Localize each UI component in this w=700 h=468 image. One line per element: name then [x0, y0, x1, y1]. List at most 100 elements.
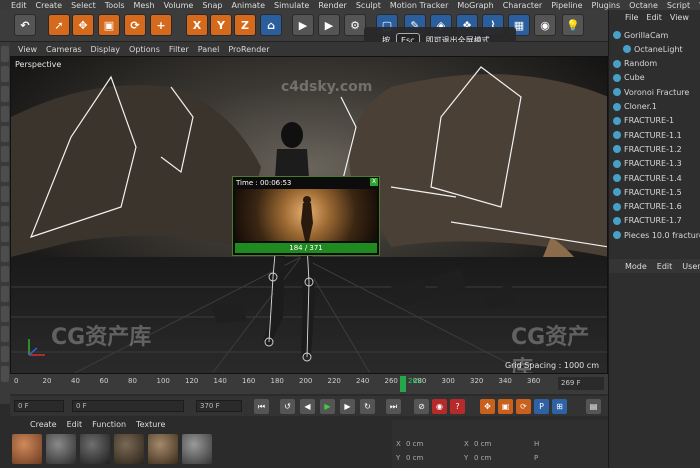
- record-key-button[interactable]: ⊘: [414, 399, 429, 414]
- palette-tool-7[interactable]: [1, 166, 9, 182]
- viewport-menu-panel[interactable]: Panel: [198, 45, 220, 54]
- timeline-ruler[interactable]: 0 20 40 60 80 100 120 140 160 180 200 220 240 260 280 3…: [10, 374, 608, 394]
- viewport-menu-options[interactable]: Options: [129, 45, 160, 54]
- coord-x2-field[interactable]: 0 cm: [474, 440, 491, 448]
- menu-motion-tracker[interactable]: Motion Tracker: [390, 1, 449, 10]
- camera-button[interactable]: ◉: [534, 14, 556, 36]
- key-param-button[interactable]: P: [534, 399, 549, 414]
- light-icon[interactable]: 💡: [562, 14, 584, 36]
- viewport-menu-prorender[interactable]: ProRender: [228, 45, 269, 54]
- prev-key-button[interactable]: ↺: [280, 399, 295, 414]
- play-button[interactable]: ▶: [320, 399, 335, 414]
- y-axis-button[interactable]: Y: [210, 14, 232, 36]
- object-list-item[interactable]: Random: [613, 57, 657, 71]
- object-menu-file[interactable]: File: [625, 13, 638, 27]
- material-4[interactable]: [114, 434, 144, 464]
- select-tool-button[interactable]: ➚: [48, 14, 70, 36]
- object-list-item[interactable]: FRACTURE-1.4: [613, 171, 682, 185]
- add-button[interactable]: +: [150, 14, 172, 36]
- palette-tool-12[interactable]: [1, 266, 9, 282]
- palette-tool-9[interactable]: [1, 206, 9, 222]
- keyframe-selection-button[interactable]: ?: [450, 399, 465, 414]
- key-rotation-button[interactable]: ⟳: [516, 399, 531, 414]
- material-6[interactable]: [182, 434, 212, 464]
- menu-create[interactable]: Create: [36, 1, 63, 10]
- attribute-menu-user[interactable]: User: [682, 262, 700, 271]
- material-menu-function[interactable]: Function: [92, 420, 126, 432]
- render-button[interactable]: ▶: [318, 14, 340, 36]
- key-scale-button[interactable]: ▣: [498, 399, 513, 414]
- menu-animate[interactable]: Animate: [231, 1, 265, 10]
- material-1[interactable]: [12, 434, 42, 464]
- viewport-menu-view[interactable]: View: [18, 45, 37, 54]
- preview-close-button[interactable]: X: [370, 178, 378, 186]
- material-menu-create[interactable]: Create: [30, 420, 57, 432]
- palette-tool-1[interactable]: [1, 46, 9, 62]
- palette-tool-2[interactable]: [1, 66, 9, 82]
- coord-x-field[interactable]: 0 cm: [406, 440, 423, 448]
- menu-render[interactable]: Render: [318, 1, 346, 10]
- menu-mograph[interactable]: MoGraph: [457, 1, 493, 10]
- menu-edit[interactable]: Edit: [11, 1, 27, 10]
- menu-sculpt[interactable]: Sculpt: [356, 1, 381, 10]
- menu-simulate[interactable]: Simulate: [274, 1, 309, 10]
- x-axis-button[interactable]: X: [186, 14, 208, 36]
- attribute-menu-mode[interactable]: Mode: [625, 262, 647, 271]
- timeline-playhead[interactable]: [400, 376, 406, 392]
- timeline-window-button[interactable]: ▤: [586, 399, 601, 414]
- object-list-item[interactable]: FRACTURE-1: [613, 114, 674, 128]
- object-list-item[interactable]: Cube: [613, 71, 645, 85]
- palette-tool-3[interactable]: [1, 86, 9, 102]
- range-start-field[interactable]: 0 F: [72, 400, 184, 412]
- object-menu-view[interactable]: View: [670, 13, 689, 27]
- move-tool-button[interactable]: ✥: [72, 14, 94, 36]
- end-frame-field[interactable]: 370 F: [196, 400, 242, 412]
- object-list-item[interactable]: FRACTURE-1.3: [613, 157, 682, 171]
- menu-volume[interactable]: Volume: [164, 1, 194, 10]
- menu-select[interactable]: Select: [71, 1, 96, 10]
- autokey-button[interactable]: ◉: [432, 399, 447, 414]
- coord-y2-field[interactable]: 0 cm: [474, 454, 491, 462]
- palette-tool-5[interactable]: [1, 126, 9, 142]
- undo-button[interactable]: ↶: [14, 14, 36, 36]
- object-list-item[interactable]: Voronoi Fracture: [613, 85, 689, 99]
- palette-tool-8[interactable]: [1, 186, 9, 202]
- material-menu-edit[interactable]: Edit: [67, 420, 83, 432]
- start-frame-field[interactable]: 0 F: [14, 400, 64, 412]
- viewport-menu-cameras[interactable]: Cameras: [46, 45, 82, 54]
- palette-tool-14[interactable]: [1, 306, 9, 322]
- go-to-start-button[interactable]: ⏮: [254, 399, 269, 414]
- palette-tool-15[interactable]: [1, 326, 9, 342]
- palette-tool-11[interactable]: [1, 246, 9, 262]
- palette-tool-16[interactable]: [1, 346, 9, 362]
- object-menu-edit[interactable]: Edit: [646, 13, 662, 27]
- coordinate-system-button[interactable]: ⌂: [260, 14, 282, 36]
- menu-script[interactable]: Script: [667, 1, 690, 10]
- material-2[interactable]: [46, 434, 76, 464]
- palette-tool-13[interactable]: [1, 286, 9, 302]
- menu-snap[interactable]: Snap: [202, 1, 222, 10]
- palette-tool-10[interactable]: [1, 226, 9, 242]
- menu-octane[interactable]: Octane: [629, 1, 658, 10]
- viewport-menu-display[interactable]: Display: [91, 45, 121, 54]
- palette-tool-4[interactable]: [1, 106, 9, 122]
- z-axis-button[interactable]: Z: [234, 14, 256, 36]
- key-pla-button[interactable]: ⊞: [552, 399, 567, 414]
- material-5[interactable]: [148, 434, 178, 464]
- object-list-item[interactable]: FRACTURE-1.1: [613, 128, 682, 142]
- object-list-item[interactable]: GorillaCam: [613, 28, 668, 42]
- frame-field[interactable]: 269 F: [558, 377, 604, 390]
- coord-y-field[interactable]: 0 cm: [406, 454, 423, 462]
- object-list-item[interactable]: FRACTURE-1.5: [613, 185, 682, 199]
- attribute-menu-edit[interactable]: Edit: [657, 262, 673, 271]
- menu-mesh[interactable]: Mesh: [134, 1, 155, 10]
- scale-tool-button[interactable]: ▣: [98, 14, 120, 36]
- next-key-button[interactable]: ↻: [360, 399, 375, 414]
- go-to-end-button[interactable]: ⏭: [386, 399, 401, 414]
- palette-tool-6[interactable]: [1, 146, 9, 162]
- viewport-menu-filter[interactable]: Filter: [169, 45, 189, 54]
- menu-tools[interactable]: Tools: [105, 1, 125, 10]
- render-view-button[interactable]: ▶: [292, 14, 314, 36]
- object-list-item[interactable]: OctaneLight: [623, 42, 683, 56]
- menu-pipeline[interactable]: Pipeline: [551, 1, 582, 10]
